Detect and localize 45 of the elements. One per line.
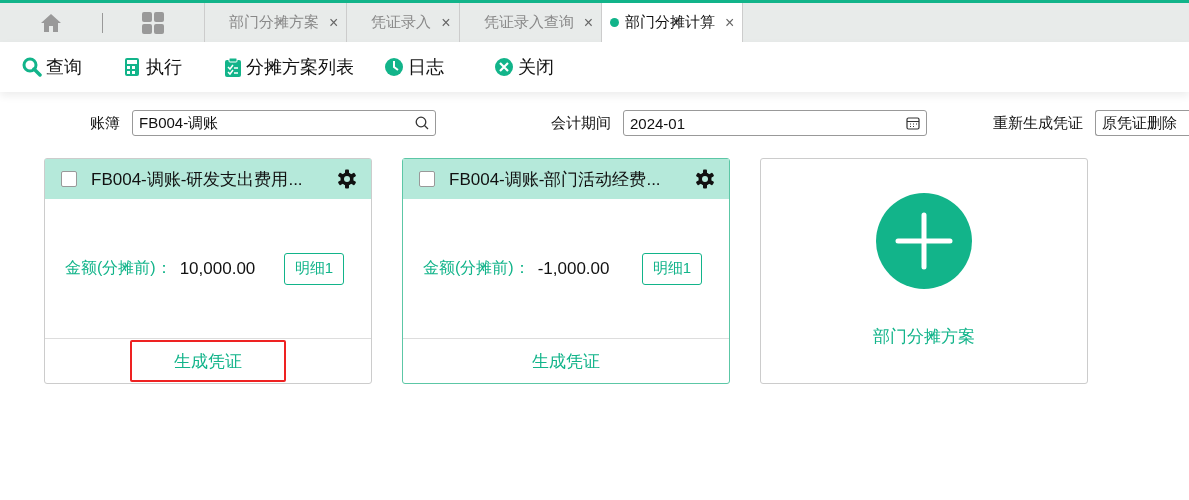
input-field[interactable]: 2024-01 [623,110,927,136]
home-icon [40,12,62,33]
clock-button[interactable]: 日志 [384,55,444,79]
calc-button[interactable]: 执行 [124,55,182,79]
field-label: 账簿 [90,113,120,133]
close-tab-button[interactable]: × [441,13,451,32]
checkbox[interactable] [61,171,77,187]
field-label: 重新生成凭证 [993,113,1083,133]
page-tab[interactable]: 部门分摊计算 × [601,3,744,42]
checkbox[interactable] [419,171,435,187]
search-icon[interactable] [415,116,429,130]
settings-icon[interactable] [337,169,357,189]
detail-button[interactable]: 明细1 [641,252,702,285]
add-card-label: 部门分摊方案 [873,326,975,348]
clipboard-icon [224,57,242,77]
amount-label: 金额(分摊前)： [65,258,172,278]
close-icon [494,57,514,77]
amount-label: 金额(分摊前)： [423,258,530,278]
calendar-icon[interactable] [906,116,920,130]
generate-voucher-button[interactable]: 生成凭证 [488,340,644,382]
generate-voucher-button[interactable]: 生成凭证 [130,340,286,382]
amount-value: -1,000.00 [537,258,611,279]
input-field[interactable]: 原凭证删除 [1095,110,1189,136]
settings-icon[interactable] [695,169,715,189]
card-title: FB004-调账-研发支出费用... [91,168,304,191]
close-tab-button[interactable]: × [583,13,594,32]
calculator-icon [124,57,142,77]
field-label: 会计期间 [551,113,611,133]
clipboard-button[interactable]: 分摊方案列表 [224,55,354,79]
search-button[interactable]: 查询 [22,55,82,79]
page-tab[interactable]: 部门分摊方案 × [204,3,347,42]
input-field[interactable]: FB004-调账 [132,110,436,136]
close-tab-button[interactable]: × [329,13,339,32]
grid-icon [142,11,164,34]
search-icon [22,57,42,77]
amount-value: 10,000.00 [179,258,257,279]
active-dot-icon [610,18,620,27]
close-button[interactable]: 关闭 [494,55,554,79]
page-tab[interactable]: 凭证录入 × [346,3,459,42]
close-tab-button[interactable]: × [725,13,735,32]
clock-icon [384,57,404,77]
detail-button[interactable]: 明细1 [283,252,344,285]
add-scheme-card[interactable]: 部门分摊方案 [760,158,1088,384]
add-icon [876,193,972,289]
card-title: FB004-调账-部门活动经费... [449,168,662,191]
